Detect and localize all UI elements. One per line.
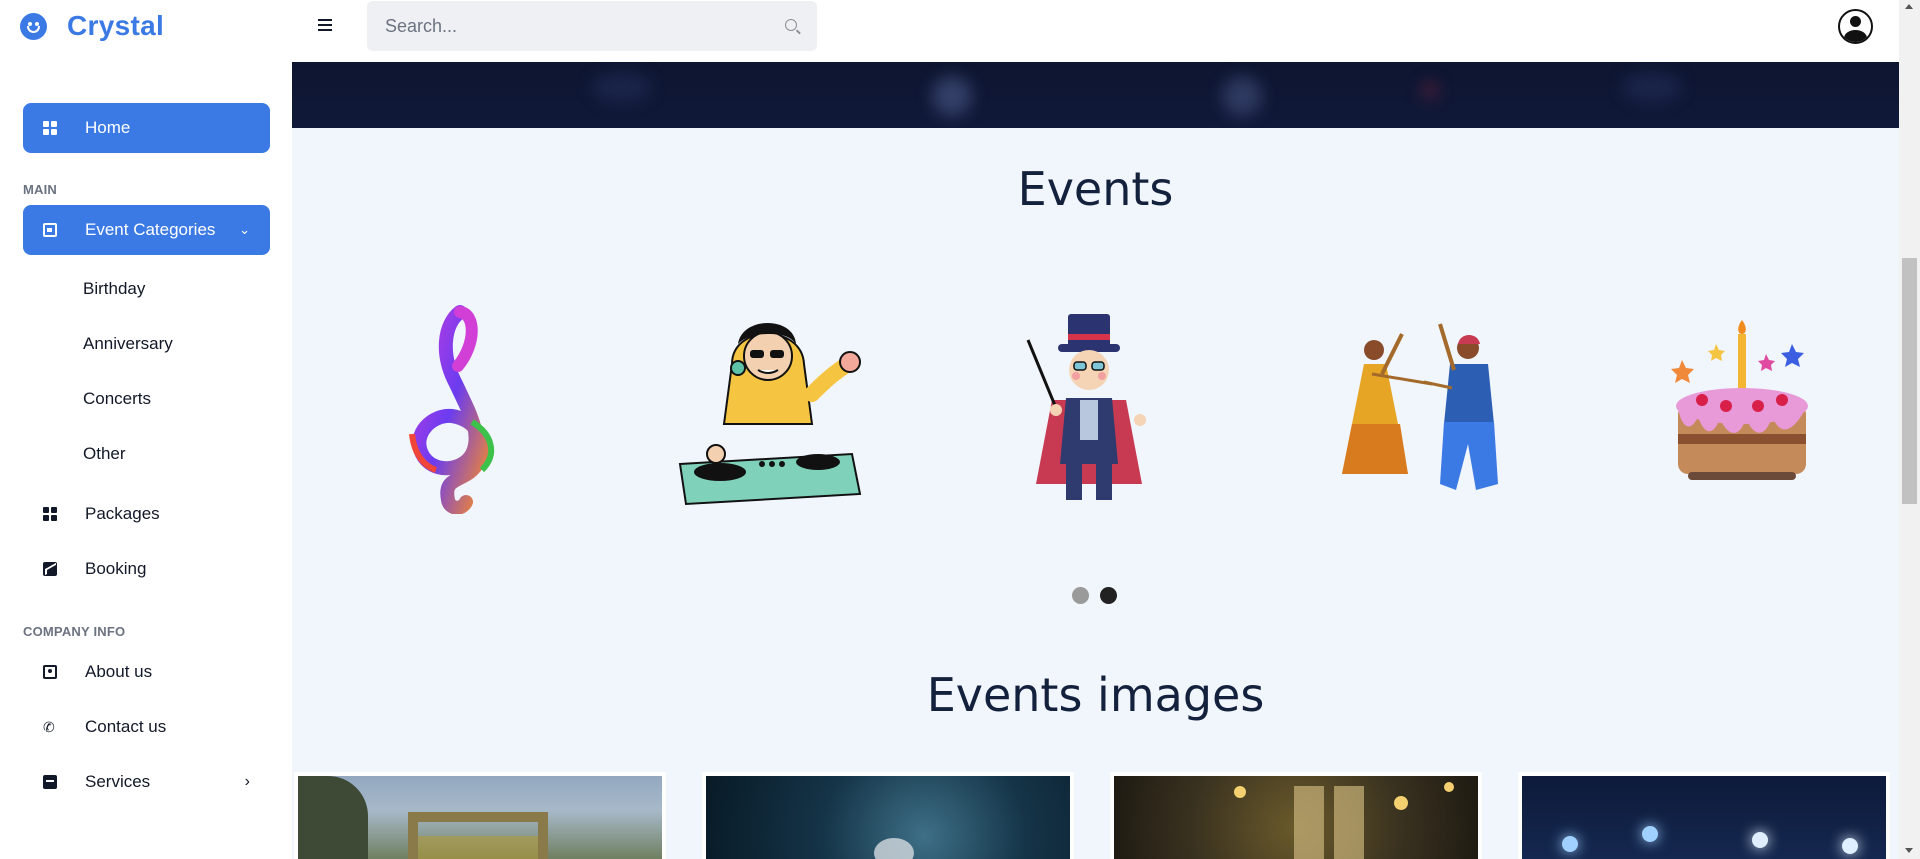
event-photo-performer[interactable] <box>702 772 1074 859</box>
events-title: Events <box>1017 162 1174 216</box>
packages-icon <box>43 507 57 521</box>
chart-icon <box>43 562 57 576</box>
page-scrollbar[interactable] <box>1899 0 1920 859</box>
calendar-icon <box>43 223 57 237</box>
sidebar-item-label: Contact us <box>85 717 167 736</box>
event-photo-champagne[interactable] <box>1110 772 1482 859</box>
topbar <box>292 0 1899 62</box>
chevron-down-icon: ⌄ <box>239 222 250 237</box>
services-icon <box>43 775 57 789</box>
section-label-main: MAIN <box>23 182 58 197</box>
birthday-cake-illustration[interactable] <box>1632 304 1832 514</box>
carousel-pagination <box>1072 587 1117 604</box>
sidebar-item-contact[interactable]: ✆ Contact us <box>23 702 270 752</box>
phone-icon: ✆ <box>43 719 55 735</box>
dandiya-dancers-illustration[interactable] <box>1312 304 1512 514</box>
carousel-dot-1[interactable] <box>1072 587 1089 604</box>
sidebar-item-label: Packages <box>85 504 160 523</box>
carousel-dot-2[interactable] <box>1100 587 1117 604</box>
dashboard-icon <box>43 121 57 135</box>
event-photo-stage-lights[interactable] <box>1518 772 1890 859</box>
sidebar-item-packages[interactable]: Packages <box>23 489 270 539</box>
sidebar-item-services[interactable]: Services › <box>23 757 270 807</box>
search-input[interactable] <box>385 15 765 37</box>
menu-toggle-icon[interactable] <box>318 19 332 31</box>
sidebar-subitem-concerts[interactable]: Concerts <box>83 389 151 409</box>
sidebar-item-label: Booking <box>85 559 147 578</box>
sidebar-subitem-other[interactable]: Other <box>83 444 126 464</box>
sidebar-item-label: About us <box>85 662 153 681</box>
sidebar-item-home[interactable]: Home <box>23 103 270 153</box>
brand[interactable]: Crystal <box>20 8 164 44</box>
sidebar-item-label: Event Categories <box>85 220 216 239</box>
treble-clef-icon[interactable] <box>352 304 552 515</box>
event-photo-wedding-arch[interactable] <box>294 772 666 859</box>
search-bar <box>367 1 817 51</box>
user-avatar-icon[interactable] <box>1838 9 1873 44</box>
brand-name: Crystal <box>67 10 165 41</box>
sidebar-item-label: Services <box>85 772 151 791</box>
chevron-right-icon: › <box>244 773 250 790</box>
events-images-title: Events images <box>926 668 1265 722</box>
sidebar-item-about[interactable]: About us <box>23 647 270 697</box>
sidebar-item-event-categories[interactable]: Event Categories ⌄ <box>23 205 270 255</box>
dj-illustration[interactable] <box>672 304 872 514</box>
sidebar-item-label: Home <box>85 118 131 137</box>
sidebar: Crystal Home MAIN Event Categories ⌄ Bir… <box>0 0 292 859</box>
sidebar-subitem-birthday[interactable]: Birthday <box>83 279 145 299</box>
section-label-company-info: COMPANY INFO <box>23 624 126 639</box>
smiley-icon <box>20 12 47 40</box>
hero-banner <box>292 62 1899 128</box>
scroll-thumb[interactable] <box>1902 258 1917 504</box>
sidebar-item-booking[interactable]: Booking <box>23 544 270 594</box>
magician-illustration[interactable] <box>992 304 1192 514</box>
scroll-up-icon[interactable] <box>1905 4 1913 9</box>
sidebar-subitem-anniversary[interactable]: Anniversary <box>83 334 173 354</box>
main-content: Events Events images <box>292 62 1899 859</box>
scroll-down-icon[interactable] <box>1905 848 1913 853</box>
search-icon[interactable] <box>785 19 797 31</box>
contact-card-icon <box>43 665 57 679</box>
